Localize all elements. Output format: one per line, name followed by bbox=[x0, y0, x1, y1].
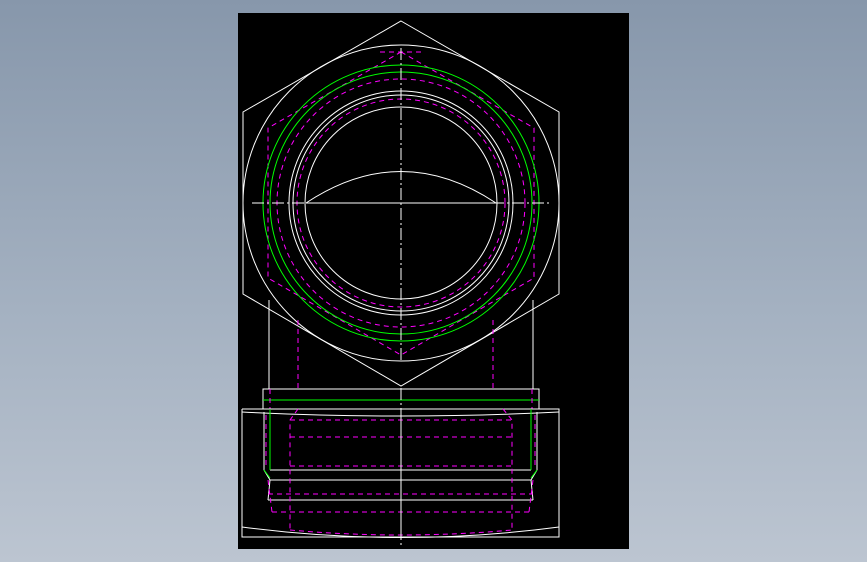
cad-viewport[interactable] bbox=[0, 0, 867, 562]
drawing-canvas[interactable] bbox=[238, 13, 629, 549]
